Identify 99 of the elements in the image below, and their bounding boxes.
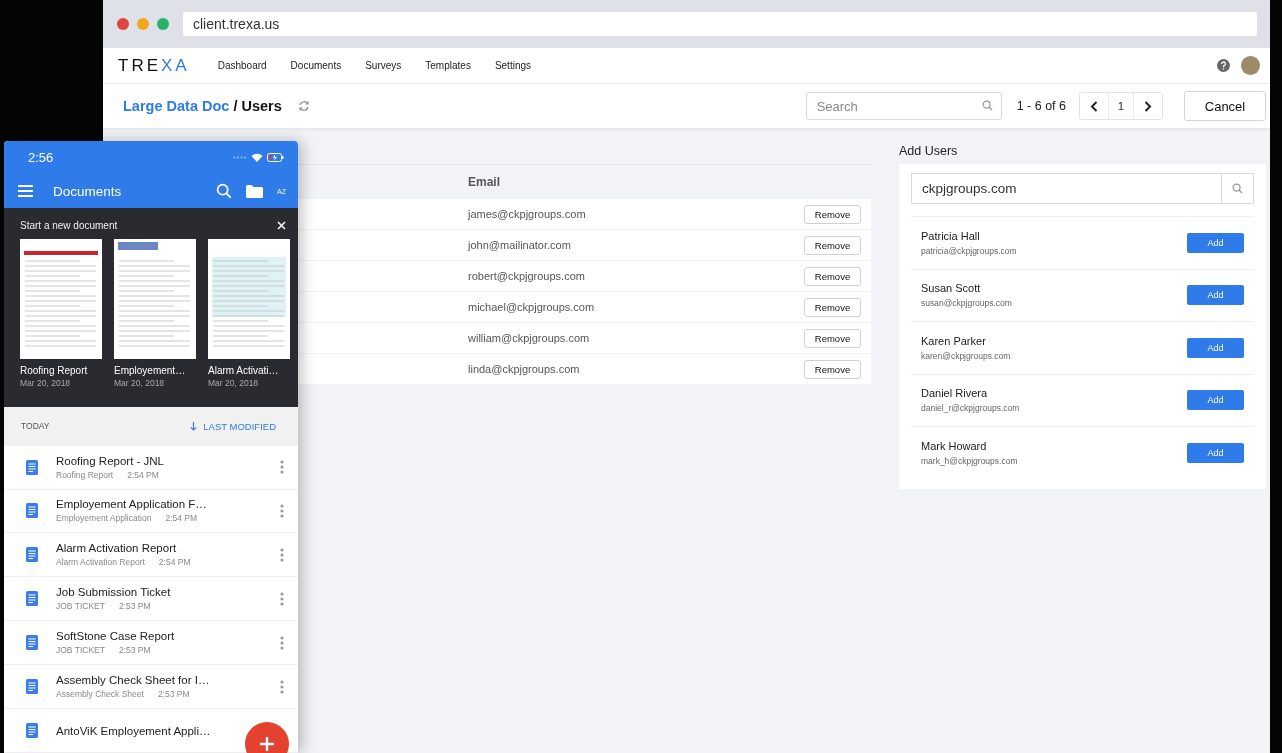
- add-button[interactable]: Add: [1187, 337, 1244, 358]
- signal-icon: [233, 156, 247, 160]
- email-cell-text: robert@ckpjgroups.com: [468, 270, 586, 282]
- user-name: Patricia Hall: [921, 229, 981, 242]
- nav-link[interactable]: Settings: [494, 60, 532, 71]
- more-icon[interactable]: [280, 503, 284, 518]
- status-time: 2:56: [28, 150, 55, 166]
- template-name[interactable]: Employement…: [114, 365, 196, 377]
- document-title[interactable]: Job Submission Ticket: [56, 586, 171, 599]
- template-date: Mar 20, 2018: [208, 378, 260, 389]
- user-name: Daniel Rivera: [921, 387, 989, 400]
- document-meta: JOB TICKET 2:53 PM: [56, 645, 151, 656]
- banner-title: Start a new document: [20, 220, 118, 232]
- wifi-icon: [251, 153, 263, 163]
- document-title[interactable]: Roofing Report - JNL: [56, 454, 165, 467]
- email-cell-text: john@mailinator.com: [468, 239, 572, 251]
- remove-button[interactable]: Remove: [804, 297, 861, 317]
- remove-button[interactable]: Remove: [804, 235, 861, 255]
- more-icon[interactable]: [280, 635, 284, 650]
- breadcrumb-link[interactable]: Large Data Doc: [123, 98, 230, 114]
- add-document-button[interactable]: [245, 722, 289, 753]
- user-email: susan@ckpjgroups.com: [921, 298, 1013, 309]
- document-title[interactable]: Assembly Check Sheet for I…: [56, 674, 210, 687]
- page-range: 1 - 6 of 6: [1016, 99, 1066, 113]
- maximize-dot[interactable]: [157, 18, 169, 30]
- refresh-icon[interactable]: [297, 100, 310, 112]
- more-icon[interactable]: [280, 547, 284, 562]
- template-date: Mar 20, 2018: [114, 378, 166, 389]
- nav-link[interactable]: Templates: [425, 60, 471, 71]
- document-icon: [26, 723, 38, 739]
- user-email: mark_h@ckpjgroups.com: [921, 455, 1019, 466]
- document-icon: [26, 679, 38, 695]
- user-name: Karen Parker: [921, 334, 987, 347]
- document-icon: [26, 459, 38, 475]
- add-button[interactable]: Add: [1187, 390, 1244, 411]
- document-meta: Roofing Report 2:54 PM: [56, 469, 159, 480]
- document-title[interactable]: Alarm Activation Report: [56, 542, 177, 555]
- template-date: Mar 20, 2018: [20, 378, 72, 389]
- address-bar[interactable]: client.trexa.us: [183, 12, 1257, 36]
- email-cell-text: william@ckpjgroups.com: [468, 332, 591, 344]
- email-cell-text: michael@ckpjgroups.com: [468, 301, 596, 313]
- email-cell-text: linda@ckpjgroups.com: [468, 363, 581, 375]
- arrow-down-icon: [190, 421, 198, 431]
- nav-link[interactable]: Surveys: [365, 60, 402, 71]
- chevron-left-icon: [1090, 100, 1098, 112]
- document-meta: Assembly Check Sheet 2:53 PM: [56, 689, 190, 700]
- column-header: Email: [468, 175, 501, 189]
- battery-icon: [267, 153, 284, 163]
- close-icon[interactable]: [277, 221, 286, 231]
- cancel-button[interactable]: Cancel: [1184, 91, 1266, 121]
- add-button[interactable]: Add: [1187, 232, 1244, 253]
- user-search-field[interactable]: ckpjgroups.com: [911, 173, 1254, 204]
- document-title[interactable]: Employement Application F…: [56, 498, 207, 511]
- section-title: Add Users: [899, 144, 959, 160]
- document-title[interactable]: SoftStone Case Report: [56, 630, 175, 643]
- section-label: TODAY: [21, 421, 51, 432]
- document-icon: [26, 591, 38, 607]
- search-field[interactable]: Search: [805, 92, 1002, 120]
- folder-icon[interactable]: [246, 184, 264, 198]
- nav-link[interactable]: Documents: [290, 60, 342, 71]
- page-title: / Users: [233, 98, 282, 114]
- document-meta: Alarm Activation Report 2:54 PM: [56, 557, 191, 568]
- app-title: Documents: [53, 183, 123, 199]
- more-icon[interactable]: [280, 591, 284, 606]
- add-button[interactable]: Add: [1187, 285, 1244, 306]
- remove-button[interactable]: Remove: [804, 328, 861, 348]
- plus-icon: [260, 737, 274, 751]
- document-meta: JOB TICKET 2:53 PM: [56, 601, 151, 612]
- template-name[interactable]: Roofing Report: [20, 365, 102, 377]
- document-icon: [26, 503, 38, 519]
- avatar[interactable]: [1241, 56, 1260, 75]
- search-icon: [1232, 183, 1243, 194]
- add-button[interactable]: Add: [1187, 442, 1244, 463]
- document-icon: [26, 547, 38, 563]
- logo: TREXA: [118, 55, 190, 76]
- document-meta: Employement Application 2:54 PM: [56, 513, 198, 524]
- user-email: patricia@ckpjgroups.com: [921, 245, 1018, 256]
- menu-icon[interactable]: [18, 185, 33, 198]
- user-name: Mark Howard: [921, 439, 988, 452]
- email-cell-text: james@ckpjgroups.com: [468, 208, 587, 220]
- remove-button[interactable]: Remove: [804, 204, 861, 224]
- sort-link[interactable]: LAST MODIFIED: [190, 420, 276, 432]
- user-email: daniel_r@ckpjgroups.com: [921, 403, 1021, 414]
- document-icon: [26, 635, 38, 651]
- document-title[interactable]: AntoViK Employement Appli…: [56, 724, 211, 737]
- minimize-dot[interactable]: [137, 18, 149, 30]
- more-icon[interactable]: [280, 460, 284, 475]
- remove-button[interactable]: Remove: [804, 359, 861, 379]
- user-name: Susan Scott: [921, 282, 982, 295]
- more-icon[interactable]: [280, 679, 284, 694]
- chevron-right-icon: [1144, 100, 1152, 112]
- close-dot[interactable]: [117, 18, 129, 30]
- help-icon[interactable]: [1217, 59, 1230, 72]
- template-name[interactable]: Alarm Activati…: [208, 365, 290, 377]
- search-icon: [216, 183, 233, 200]
- remove-button[interactable]: Remove: [804, 266, 861, 286]
- search-icon: [981, 100, 993, 111]
- nav-link[interactable]: Dashboard: [217, 60, 267, 71]
- user-email: karen@ckpjgroups.com: [921, 350, 1012, 361]
